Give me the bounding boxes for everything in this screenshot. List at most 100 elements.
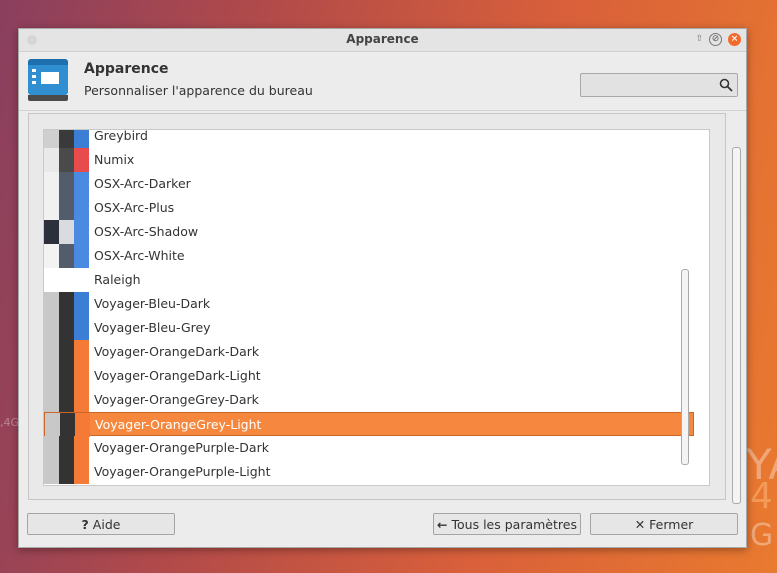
theme-row[interactable]: OSX-Arc-White	[44, 244, 694, 268]
close-button-label: Fermer	[649, 516, 694, 532]
theme-color-swatch	[59, 460, 74, 484]
theme-color-swatch	[59, 292, 74, 316]
theme-row[interactable]: Voyager-OrangeGrey-Dark	[44, 388, 694, 412]
theme-color-swatch	[59, 316, 74, 340]
close-button[interactable]: ✕ Fermer	[590, 513, 738, 535]
theme-color-swatch	[45, 413, 60, 437]
theme-row[interactable]: Voyager-Bleu-Dark	[44, 292, 694, 316]
theme-color-swatch	[60, 413, 75, 437]
theme-color-swatch	[59, 196, 74, 220]
appearance-window: Apparence ⇧ ⊘ × Apparence Personnaliser …	[18, 28, 747, 548]
theme-color-swatch	[44, 196, 59, 220]
theme-name: Voyager-Bleu-Grey	[94, 320, 211, 335]
theme-name: Voyager-OrangeGrey-Dark	[94, 392, 259, 407]
theme-color-swatch	[74, 316, 89, 340]
theme-color-swatch	[59, 388, 74, 412]
arrow-left-icon: ←	[437, 516, 448, 532]
theme-color-swatch	[74, 292, 89, 316]
theme-color-swatch	[44, 316, 59, 340]
theme-color-swatch	[44, 340, 59, 364]
theme-name: OSX-Arc-Shadow	[94, 224, 199, 239]
theme-color-swatch	[74, 172, 89, 196]
theme-name: OSX-Arc-Plus	[94, 200, 175, 215]
search-icon	[719, 78, 733, 92]
theme-color-swatch	[44, 364, 59, 388]
theme-name: Voyager-OrangeDark-Dark	[94, 344, 260, 359]
theme-row[interactable]: Voyager-OrangeDark-Dark	[44, 340, 694, 364]
theme-color-swatch	[44, 388, 59, 412]
theme-row[interactable]: Greybird	[44, 129, 694, 148]
appearance-app-icon	[28, 59, 68, 101]
desktop-text-left: ,4G	[0, 416, 20, 429]
theme-name: Voyager-OrangeGrey-Light	[95, 417, 262, 432]
theme-name: Voyager-OrangePurple-Dark	[94, 440, 269, 455]
theme-row[interactable]: OSX-Arc-Shadow	[44, 220, 694, 244]
theme-list-scrollbar[interactable]	[681, 269, 689, 465]
theme-color-swatch	[44, 244, 59, 268]
theme-row[interactable]: OSX-Arc-Plus	[44, 196, 694, 220]
theme-name: Voyager-OrangeDark-Light	[94, 368, 261, 383]
theme-row[interactable]: Voyager-Bleu-Grey	[44, 316, 694, 340]
theme-color-swatch	[74, 148, 89, 172]
window-title: Apparence	[346, 32, 419, 46]
theme-color-swatch	[74, 196, 89, 220]
theme-panel: Greybird Numix OSX-Arc-Darker OSX-Arc-Plus O…	[28, 113, 726, 500]
theme-color-swatch	[59, 268, 74, 292]
theme-row[interactable]: Voyager-OrangePurple-Dark	[44, 436, 694, 460]
theme-color-swatch	[74, 268, 89, 292]
theme-color-swatch	[74, 388, 89, 412]
theme-color-swatch	[44, 268, 59, 292]
theme-color-swatch	[74, 436, 89, 460]
theme-list[interactable]: Greybird Numix OSX-Arc-Darker OSX-Arc-Plus O…	[43, 129, 710, 486]
maximize-icon[interactable]: ⊘	[709, 33, 722, 46]
search-input[interactable]	[580, 73, 738, 97]
theme-name: OSX-Arc-Darker	[94, 176, 191, 191]
desktop-text-right-3: G	[750, 518, 774, 553]
theme-color-swatch	[44, 460, 59, 484]
theme-color-swatch	[44, 292, 59, 316]
close-x-icon: ✕	[634, 516, 646, 532]
desktop-text-right-2: 4	[750, 476, 773, 517]
theme-name: Numix	[94, 152, 135, 167]
minimize-icon[interactable]: ⇧	[693, 33, 706, 46]
theme-color-swatch	[74, 460, 89, 484]
all-settings-button-label: Tous les paramètres	[451, 516, 577, 532]
theme-color-swatch	[74, 364, 89, 388]
question-icon: ?	[81, 516, 89, 532]
panel-scrollbar[interactable]	[732, 147, 741, 504]
theme-color-swatch	[44, 220, 59, 244]
theme-name: Voyager-OrangePurple-Light	[94, 464, 271, 479]
close-window-icon[interactable]: ×	[728, 33, 741, 46]
theme-name: Raleigh	[94, 272, 141, 287]
title-bar[interactable]: Apparence ⇧ ⊘ ×	[19, 29, 746, 52]
theme-row[interactable]: OSX-Arc-Darker	[44, 172, 694, 196]
theme-color-swatch	[74, 244, 89, 268]
theme-color-swatch	[59, 172, 74, 196]
theme-row[interactable]: Raleigh	[44, 268, 694, 292]
theme-color-swatch	[44, 172, 59, 196]
dialog-header: Apparence Personnaliser l'apparence du b…	[19, 52, 746, 111]
theme-color-swatch	[59, 148, 74, 172]
help-button-label: Aide	[92, 516, 121, 532]
theme-name: Voyager-Bleu-Dark	[94, 296, 211, 311]
theme-color-swatch	[59, 244, 74, 268]
page-title: Apparence	[84, 61, 169, 77]
theme-color-swatch	[74, 130, 89, 148]
theme-row[interactable]: Voyager-OrangePurple-Light	[44, 460, 694, 484]
theme-row[interactable]: Voyager-OrangeGrey-Light	[44, 412, 694, 437]
theme-color-swatch	[59, 130, 74, 148]
theme-color-swatch	[44, 436, 59, 460]
theme-color-swatch	[75, 413, 90, 437]
help-button[interactable]: ? Aide	[27, 513, 175, 535]
theme-color-swatch	[59, 220, 74, 244]
theme-row[interactable]: Voyager-OrangeDark-Light	[44, 364, 694, 388]
theme-color-swatch	[59, 436, 74, 460]
theme-color-swatch	[44, 130, 59, 148]
theme-color-swatch	[59, 340, 74, 364]
page-subtitle: Personnaliser l'apparence du bureau	[84, 83, 313, 98]
theme-name: Greybird	[94, 129, 148, 143]
all-settings-button[interactable]: ← Tous les paramètres	[433, 513, 581, 535]
theme-row[interactable]: Numix	[44, 148, 694, 172]
theme-color-swatch	[74, 340, 89, 364]
theme-color-swatch	[59, 364, 74, 388]
